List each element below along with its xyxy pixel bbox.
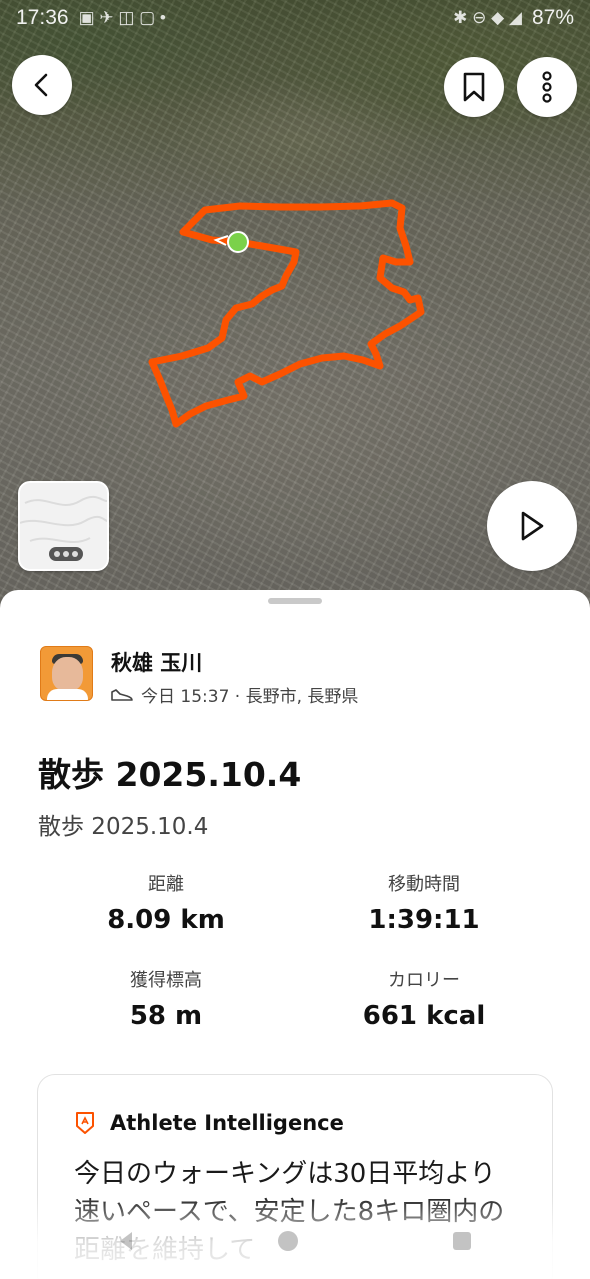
activity-description: 散歩 2025.10.4 [38, 814, 209, 840]
route-map[interactable]: 17:36 ▣ ✈ ◫ ▢ • ✱ ⊖ ◆ ◢ 87% [0, 0, 590, 620]
play-icon [521, 511, 544, 541]
stat-moving-time: 移動時間 1:39:11 [294, 874, 554, 938]
stat-label: 距離 [148, 874, 184, 895]
bookmark-button[interactable] [444, 57, 504, 117]
ai-title: Athlete Intelligence [110, 1111, 344, 1135]
avatar[interactable] [40, 646, 93, 701]
activity-sheet: 秋雄 玉川 今日 15:37 · 長野市, 長野県 散歩 2025.10.4 散… [0, 590, 590, 1279]
stat-distance: 距離 8.09 km [36, 874, 296, 938]
pagination-dots [49, 547, 83, 561]
stat-calories: カロリー 661 kcal [294, 970, 554, 1034]
shoe-icon [111, 688, 133, 702]
athlete-intelligence-icon [76, 1112, 94, 1134]
stat-value: 8.09 km [107, 905, 225, 935]
stat-elevation-gain: 獲得標高 58 m [36, 970, 296, 1034]
map-style-thumbnail[interactable] [18, 481, 109, 571]
chevron-left-icon [34, 73, 48, 97]
stat-label: 移動時間 [388, 874, 460, 895]
stat-label: カロリー [388, 970, 460, 991]
activity-title: 散歩 2025.10.4 [38, 755, 302, 794]
athlete-header[interactable]: 秋雄 玉川 今日 15:37 · 長野市, 長野県 [40, 646, 358, 707]
stat-value: 58 m [129, 1001, 203, 1031]
battery-level: 87% [531, 6, 574, 29]
status-time: 17:36 [16, 6, 69, 29]
nav-home-icon[interactable] [268, 1226, 308, 1256]
nav-back-icon[interactable] [106, 1226, 146, 1256]
activity-meta: 今日 15:37 · 長野市, 長野県 [141, 687, 359, 707]
play-flyover-button[interactable] [487, 481, 577, 571]
stat-value: 1:39:11 [368, 905, 480, 935]
nav-recents-icon[interactable] [442, 1226, 482, 1256]
sheet-grabber[interactable] [268, 598, 322, 604]
system-nav-bar [0, 1226, 590, 1256]
more-vertical-icon [542, 71, 552, 103]
start-marker [227, 231, 249, 253]
more-options-button[interactable] [517, 57, 577, 117]
stat-value: 661 kcal [362, 1001, 486, 1031]
athlete-name[interactable]: 秋雄 玉川 [111, 648, 358, 678]
status-bar: 17:36 ▣ ✈ ◫ ▢ • ✱ ⊖ ◆ ◢ 87% [0, 0, 590, 36]
back-button[interactable] [12, 55, 72, 115]
notification-icons: ▣ ✈ ◫ ▢ • [78, 8, 166, 27]
stat-label: 獲得標高 [130, 970, 202, 991]
signal-icons: ✱ ⊖ ◆ ◢ [453, 8, 522, 27]
bookmark-icon [463, 72, 485, 102]
